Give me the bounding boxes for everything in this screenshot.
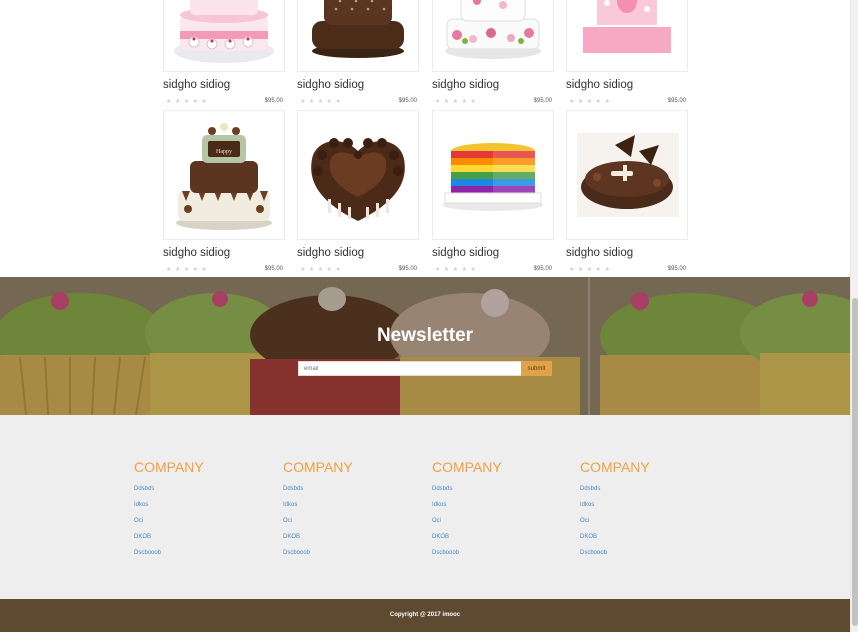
- product-card[interactable]: sidgho sidiog ★★★★★ $95.00: [297, 0, 423, 105]
- product-image[interactable]: [297, 0, 419, 72]
- page: sidgho sidiog ★★★★★ $95.00 sidgho sidiog…: [0, 0, 850, 632]
- product-card[interactable]: Happy sidgho sidiog ★★★★★ $95.00: [163, 110, 289, 273]
- product-name[interactable]: sidgho sidiog: [163, 79, 230, 91]
- product-name[interactable]: sidgho sidiog: [297, 79, 364, 91]
- product-card[interactable]: sidgho sidiog ★★★★★ $95.00: [432, 0, 558, 105]
- product-name[interactable]: sidgho sidiog: [566, 79, 633, 91]
- footer-link[interactable]: Oci: [283, 517, 423, 533]
- footer-link[interactable]: DKOB: [134, 533, 274, 549]
- rating-stars: ★★★★★: [300, 99, 345, 105]
- copyright-text: Copyright @ 2017 imooc: [389, 612, 461, 618]
- product-price: $95.00: [533, 98, 552, 104]
- product-card[interactable]: sidgho sidiog ★★★★★ $95.00: [566, 0, 692, 105]
- product-name[interactable]: sidgho sidiog: [163, 247, 230, 259]
- product-price: $95.00: [667, 98, 686, 104]
- footer-link[interactable]: Ddsbds: [134, 485, 274, 501]
- floral-tier-cake-image: [445, 0, 541, 59]
- email-input[interactable]: [298, 361, 532, 376]
- footer-link[interactable]: Oci: [134, 517, 274, 533]
- footer-column-title: COMPANY: [432, 459, 502, 475]
- rating-stars: ★★★★★: [300, 267, 345, 273]
- footer-link[interactable]: Ddsbds: [432, 485, 572, 501]
- footer-link[interactable]: DKOB: [580, 533, 720, 549]
- rating-stars: ★★★★★: [569, 99, 614, 105]
- footer-link[interactable]: DKOB: [283, 533, 423, 549]
- rating-stars: ★★★★★: [166, 99, 211, 105]
- rating-stars: ★★★★★: [569, 267, 614, 273]
- footer: COMPANY Ddsbds Idkos Oci DKOB Dscbooob C…: [0, 415, 850, 599]
- pink-bear-cake-image: [583, 0, 671, 53]
- footer-link[interactable]: Oci: [432, 517, 572, 533]
- footer-column-title: COMPANY: [134, 459, 204, 475]
- copyright-bar: Copyright @ 2017 imooc: [0, 599, 850, 632]
- product-card[interactable]: sidgho sidiog ★★★★★ $95.00: [432, 110, 558, 273]
- rating-stars: ★★★★★: [166, 267, 211, 273]
- vertical-scrollbar[interactable]: [850, 0, 858, 632]
- footer-link[interactable]: Dscbooob: [134, 549, 274, 565]
- footer-column: COMPANY Ddsbds Idkos Oci DKOB Dscbooob: [432, 459, 572, 565]
- footer-link[interactable]: Idkos: [432, 501, 572, 517]
- product-name[interactable]: sidgho sidiog: [297, 247, 364, 259]
- product-card[interactable]: sidgho sidiog ★★★★★ $95.00: [297, 110, 423, 273]
- footer-link[interactable]: Idkos: [580, 501, 720, 517]
- footer-column-title: COMPANY: [283, 459, 353, 475]
- footer-link[interactable]: Idkos: [134, 501, 274, 517]
- footer-link[interactable]: Oci: [580, 517, 720, 533]
- product-image[interactable]: [432, 110, 554, 240]
- footer-link[interactable]: Idkos: [283, 501, 423, 517]
- product-name[interactable]: sidgho sidiog: [566, 247, 633, 259]
- product-price: $95.00: [398, 266, 417, 272]
- svg-text:Happy: Happy: [216, 149, 232, 155]
- product-price: $95.00: [264, 98, 283, 104]
- product-name[interactable]: sidgho sidiog: [432, 247, 499, 259]
- footer-link[interactable]: Ddsbds: [580, 485, 720, 501]
- product-image[interactable]: Happy: [163, 110, 285, 240]
- footer-link[interactable]: Ddsbds: [283, 485, 423, 501]
- footer-column: COMPANY Ddsbds Idkos Oci DKOB Dscbooob: [283, 459, 423, 565]
- chocolate-cream-cake-image: [577, 133, 679, 217]
- newsletter-section: Newsletter submit: [0, 277, 850, 415]
- rating-stars: ★★★★★: [435, 267, 480, 273]
- product-price: $95.00: [667, 266, 686, 272]
- product-name[interactable]: sidgho sidiog: [432, 79, 499, 91]
- footer-column: COMPANY Ddsbds Idkos Oci DKOB Dscbooob: [580, 459, 720, 565]
- chocolate-heart-cake-image: [311, 138, 405, 221]
- footer-link[interactable]: Dscbooob: [432, 549, 572, 565]
- product-price: $95.00: [533, 266, 552, 272]
- product-image[interactable]: [432, 0, 554, 72]
- footer-column: COMPANY Ddsbds Idkos Oci DKOB Dscbooob: [134, 459, 274, 565]
- product-image[interactable]: [566, 0, 688, 72]
- footer-link[interactable]: Dscbooob: [580, 549, 720, 565]
- product-card[interactable]: sidgho sidiog ★★★★★ $95.00: [163, 0, 289, 105]
- scrollbar-thumb[interactable]: [852, 298, 858, 626]
- rainbow-cake-image: [443, 143, 543, 211]
- hello-kitty-cake-image: [174, 0, 274, 63]
- product-image[interactable]: [297, 110, 419, 240]
- happy-birthday-tier-cake-image: Happy: [176, 123, 272, 230]
- rating-stars: ★★★★★: [435, 99, 480, 105]
- newsletter-title: Newsletter: [376, 325, 474, 346]
- product-price: $95.00: [398, 98, 417, 104]
- product-image[interactable]: [163, 0, 285, 72]
- footer-column-title: COMPANY: [580, 459, 650, 475]
- footer-link[interactable]: DKOB: [432, 533, 572, 549]
- product-card[interactable]: sidgho sidiog ★★★★★ $95.00: [566, 110, 692, 273]
- chocolate-dot-cake-image: [312, 0, 404, 58]
- footer-link[interactable]: Dscbooob: [283, 549, 423, 565]
- product-image[interactable]: [566, 110, 688, 240]
- submit-button[interactable]: submit: [521, 361, 552, 376]
- product-price: $95.00: [264, 266, 283, 272]
